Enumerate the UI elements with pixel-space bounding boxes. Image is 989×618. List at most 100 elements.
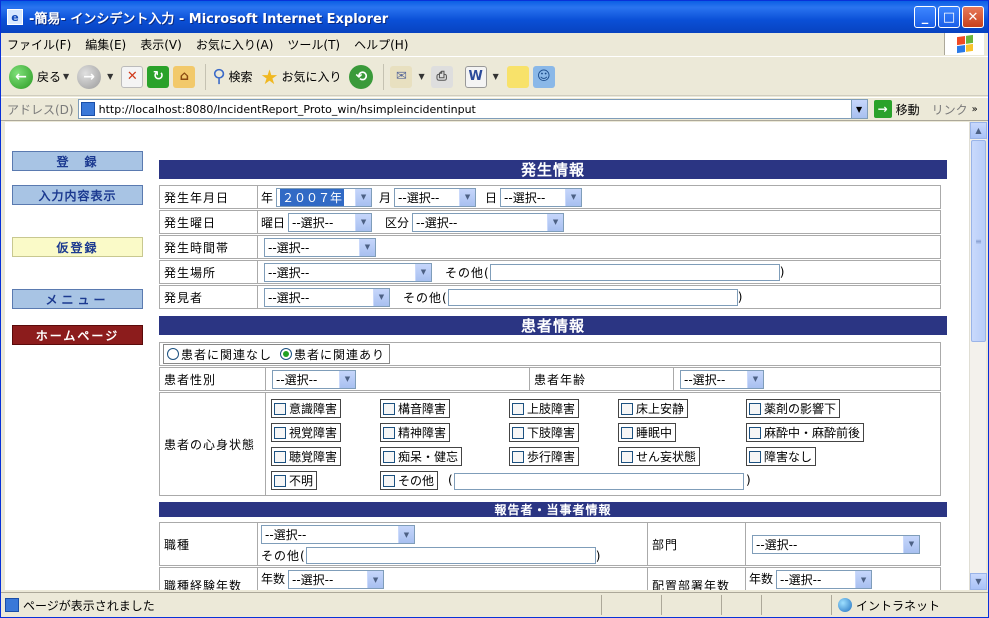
- finder-fields: --選択-- ▼ その他( ): [258, 286, 742, 308]
- edit-dropdown-icon[interactable]: ▼: [493, 72, 499, 81]
- state-checkbox[interactable]: 意識障害: [271, 399, 342, 418]
- show-input-button[interactable]: 入力内容表示: [12, 185, 143, 205]
- state-checkbox[interactable]: 精神障害: [380, 423, 451, 442]
- state-checkbox[interactable]: 歩行障害: [509, 447, 580, 466]
- mail-icon[interactable]: ✉: [390, 65, 413, 88]
- state-other-input[interactable]: [454, 473, 744, 490]
- mail-dropdown-icon[interactable]: ▼: [418, 72, 424, 81]
- state-label-text: 睡眠中: [636, 426, 673, 440]
- menu-tools[interactable]: ツール(T): [287, 36, 340, 53]
- day-select[interactable]: --選択-- ▼: [500, 187, 583, 207]
- scroll-thumb[interactable]: ≡: [971, 140, 986, 342]
- dept-select[interactable]: --選択-- ▼: [752, 534, 920, 554]
- job-select[interactable]: --選択-- ▼: [261, 525, 415, 544]
- forward-button[interactable]: → ▼: [77, 64, 113, 89]
- star-icon: ★: [260, 64, 279, 89]
- radio-unrelated[interactable]: [167, 348, 179, 360]
- radio-related[interactable]: [280, 348, 293, 360]
- home-icon[interactable]: ⌂: [173, 65, 196, 88]
- back-label: 戻る: [37, 70, 62, 84]
- close-button[interactable]: ✕: [962, 6, 984, 28]
- menu-edit[interactable]: 編集(E): [85, 36, 126, 53]
- messenger-icon[interactable]: ☺: [532, 65, 555, 88]
- temp-register-button[interactable]: 仮登録: [12, 237, 143, 257]
- state-label-text: 不明: [289, 474, 314, 488]
- maximize-button[interactable]: □: [938, 6, 960, 28]
- time-select[interactable]: --選択-- ▼: [264, 237, 376, 257]
- address-dropdown-icon[interactable]: ▼: [850, 100, 867, 118]
- place-fields: --選択-- ▼ その他( ): [258, 261, 784, 283]
- state-checkbox[interactable]: その他: [380, 471, 439, 490]
- state-checkbox[interactable]: 睡眠中: [618, 423, 677, 442]
- state-checkbox[interactable]: 不明: [271, 471, 318, 490]
- scroll-up-icon[interactable]: ▲: [970, 122, 987, 139]
- history-icon[interactable]: ⟲: [349, 64, 374, 89]
- print-icon[interactable]: ⎙: [430, 65, 453, 88]
- forward-dropdown-icon[interactable]: ▼: [107, 72, 113, 81]
- menu-favorites[interactable]: お気に入り(A): [196, 36, 274, 53]
- place-other-input[interactable]: [489, 263, 780, 281]
- state-checkbox[interactable]: 薬剤の影響下: [746, 399, 841, 418]
- patient-sex-age-row: 患者性別 --選択-- ▼ 患者年齢 --選択-- ▼: [159, 367, 941, 391]
- state-checkbox[interactable]: 障害なし: [746, 447, 817, 466]
- job-other-prefix: その他(: [261, 549, 306, 563]
- month-value: --選択--: [398, 190, 440, 205]
- refresh-icon[interactable]: ↻: [147, 65, 170, 88]
- menu-view[interactable]: 表示(V): [140, 36, 182, 53]
- status-pane: [761, 595, 831, 615]
- checkbox-icon: [274, 426, 286, 439]
- edit-word-icon[interactable]: W: [464, 65, 487, 88]
- age-select[interactable]: --選択-- ▼: [680, 369, 764, 389]
- patient-state-row: 患者の心身状態 意識障害 構音障害 上肢障害 床上安静 薬剤の影響下 視覚障害 …: [159, 392, 941, 496]
- job-other-input[interactable]: [305, 547, 596, 564]
- age-value: --選択--: [684, 372, 726, 387]
- state-checkbox[interactable]: 床上安静: [618, 399, 689, 418]
- exp-select[interactable]: --選択-- ▼: [288, 570, 385, 589]
- finder-label: 発見者: [160, 286, 258, 308]
- title-bar[interactable]: e -簡易- インシデント入力 - Microsoft Internet Exp…: [1, 1, 988, 33]
- chevron-right-icon[interactable]: »: [972, 104, 978, 115]
- occurrence-date-label: 発生年月日: [160, 186, 258, 208]
- age-label: 患者年齢: [530, 368, 674, 390]
- finder-other-input[interactable]: [447, 288, 738, 306]
- finder-select[interactable]: --選択-- ▼: [264, 287, 390, 307]
- search-button[interactable]: ⚲ 検索: [212, 66, 252, 87]
- state-checkbox[interactable]: 下肢障害: [509, 423, 580, 442]
- minimize-button[interactable]: _: [914, 6, 936, 28]
- note-icon[interactable]: [506, 65, 529, 88]
- state-checkbox[interactable]: 視覚障害: [271, 423, 342, 442]
- weekday-select[interactable]: --選択-- ▼: [288, 212, 373, 232]
- year-select[interactable]: ２００７年 ▼: [276, 187, 373, 207]
- menu-help[interactable]: ヘルプ(H): [354, 36, 408, 53]
- go-button[interactable]: → 移動: [873, 100, 920, 118]
- state-checkbox[interactable]: 聴覚障害: [271, 447, 342, 466]
- state-checkbox[interactable]: せん妄状態: [618, 447, 701, 466]
- ie-window: e -簡易- インシデント入力 - Microsoft Internet Exp…: [0, 0, 989, 618]
- assign-prefix: 年数: [749, 572, 774, 586]
- sex-select[interactable]: --選択-- ▼: [272, 369, 356, 389]
- links-label[interactable]: リンク: [932, 101, 968, 118]
- menu-file[interactable]: ファイル(F): [7, 36, 71, 53]
- vertical-scrollbar[interactable]: ▲ ≡ ▼: [969, 122, 987, 590]
- window-controls: _ □ ✕: [914, 6, 984, 28]
- place-select[interactable]: --選択-- ▼: [264, 262, 432, 282]
- favorites-button[interactable]: ★ お気に入り: [261, 65, 342, 89]
- menu-button[interactable]: メニュー: [12, 289, 143, 309]
- stop-icon[interactable]: ✕: [121, 65, 144, 88]
- back-button[interactable]: ← 戻る ▼: [9, 64, 69, 89]
- state-checkbox[interactable]: 麻酔中・麻酔前後: [746, 423, 865, 442]
- occurrence-time-row: 発生時間帯 --選択-- ▼: [159, 235, 941, 259]
- state-checkbox[interactable]: 構音障害: [380, 399, 451, 418]
- radio-unrelated-label: 患者に関連なし: [181, 347, 273, 362]
- homepage-button[interactable]: ホームページ: [12, 325, 143, 345]
- state-checkbox[interactable]: 上肢障害: [509, 399, 580, 418]
- register-button[interactable]: 登 録: [12, 151, 143, 171]
- scroll-down-icon[interactable]: ▼: [970, 573, 987, 590]
- state-checkbox[interactable]: 痴呆・健忘: [380, 447, 463, 466]
- assign-select[interactable]: --選択-- ▼: [776, 570, 873, 589]
- address-input[interactable]: http://localhost:8080/IncidentReport_Pro…: [77, 99, 868, 119]
- category-select[interactable]: --選択-- ▼: [412, 212, 565, 232]
- month-select[interactable]: --選択-- ▼: [394, 187, 477, 207]
- back-dropdown-icon[interactable]: ▼: [63, 72, 69, 81]
- category-prefix: 区分: [385, 215, 410, 230]
